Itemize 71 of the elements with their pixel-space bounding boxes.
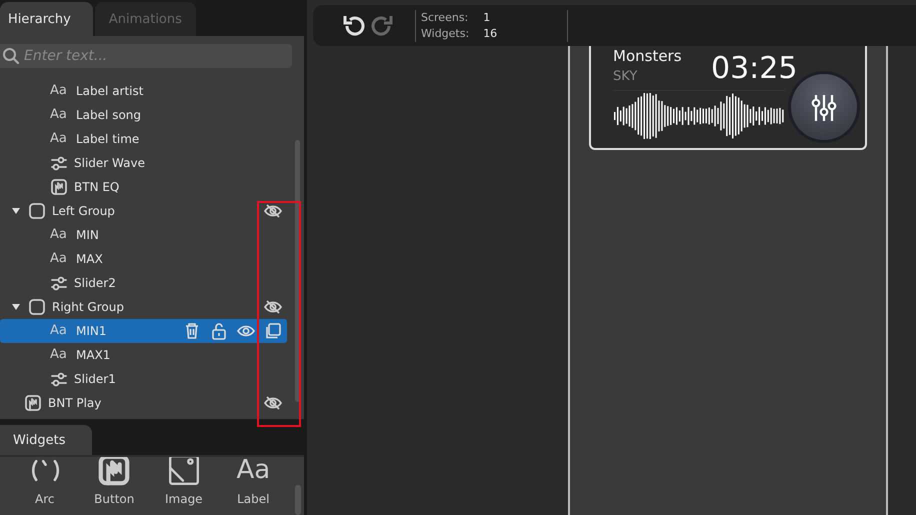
text-icon: Aa (50, 227, 70, 243)
slider-icon (50, 274, 68, 292)
widget-item[interactable]: Image (156, 457, 212, 515)
item-label: Label song (76, 108, 142, 122)
text-icon: Aa (236, 457, 270, 487)
unlock-icon[interactable] (210, 322, 228, 340)
tree-item[interactable]: BTN EQ (0, 175, 287, 199)
text-icon: Aa (50, 323, 70, 339)
tree-item[interactable]: Slider Wave (0, 151, 287, 175)
tree-item[interactable]: Aa MAX (0, 247, 287, 271)
widgets-tab[interactable]: Widgets (0, 425, 92, 455)
tree-item[interactable]: Right Group (0, 295, 287, 319)
time-label: 03:25 (711, 51, 798, 86)
item-label: Right Group (52, 300, 124, 314)
panel-tab[interactable]: Hierarchy (0, 2, 93, 36)
item-label: Label artist (76, 84, 144, 98)
widget-label: Button (94, 492, 134, 506)
collapse-arrow-icon[interactable] (12, 207, 20, 215)
text-icon: Aa (50, 83, 70, 99)
scrollbar[interactable] (295, 485, 302, 515)
group-icon (28, 298, 46, 316)
tree-item[interactable]: Aa Label artist (0, 79, 287, 103)
item-label: Slider2 (74, 276, 116, 290)
slider-icon (50, 154, 68, 172)
tree-item[interactable]: Aa Label song (0, 103, 287, 127)
sliders-icon (811, 93, 837, 121)
item-label: MAX1 (76, 348, 110, 362)
item-label: MIN1 (76, 324, 107, 338)
item-label: Label time (76, 132, 140, 146)
widget-item[interactable]: Arc (17, 457, 73, 515)
tree-item[interactable]: Aa MIN1 (0, 319, 287, 343)
tree-item[interactable]: Aa MIN (0, 223, 287, 247)
text-icon: Aa (50, 251, 70, 267)
widget-label: Label (237, 492, 270, 506)
search-icon (2, 47, 20, 65)
stat-value: 1 (483, 10, 492, 26)
item-label: Left Group (52, 204, 115, 218)
trash-icon[interactable] (183, 322, 201, 340)
item-label: Slider1 (74, 372, 116, 386)
widget-label: Arc (35, 492, 54, 506)
stat-label: Screens: (421, 10, 470, 26)
stat-label: Widgets: (421, 26, 470, 42)
item-label: Slider Wave (74, 156, 145, 170)
text-icon: Aa (50, 107, 70, 123)
item-label: BNT Play (48, 396, 102, 410)
tree-item[interactable]: BNT Play (0, 391, 287, 415)
stat-value: 16 (483, 26, 498, 42)
tree-item[interactable]: Aa Label time (0, 127, 287, 151)
text-icon: Aa (50, 131, 70, 147)
item-label: BTN EQ (74, 180, 120, 194)
tree-item[interactable]: Slider2 (0, 271, 287, 295)
item-label: MIN (76, 228, 99, 242)
search-field[interactable]: Enter text... (0, 44, 292, 68)
image-icon (166, 457, 201, 487)
tree-item[interactable]: Aa MAX1 (0, 343, 287, 367)
hidden-eye-icon[interactable] (264, 396, 282, 410)
slider-icon (50, 370, 68, 388)
tree-item[interactable]: Slider1 (0, 367, 287, 391)
group-icon (28, 202, 46, 220)
duplicate-icon[interactable] (264, 322, 282, 340)
hidden-eye-icon[interactable] (264, 300, 282, 314)
collapse-arrow-icon[interactable] (12, 303, 20, 311)
song-title: Monsters (613, 46, 683, 66)
scrollbar[interactable] (295, 140, 300, 402)
hidden-eye-icon[interactable] (264, 204, 282, 218)
widget-item[interactable]: Button (86, 457, 142, 515)
tree-item[interactable]: Left Group (0, 199, 287, 223)
widget-item[interactable]: Aa Label (226, 457, 282, 515)
widget-label: Image (164, 492, 203, 506)
item-label: MAX (76, 252, 103, 266)
text-icon: Aa (50, 347, 70, 363)
